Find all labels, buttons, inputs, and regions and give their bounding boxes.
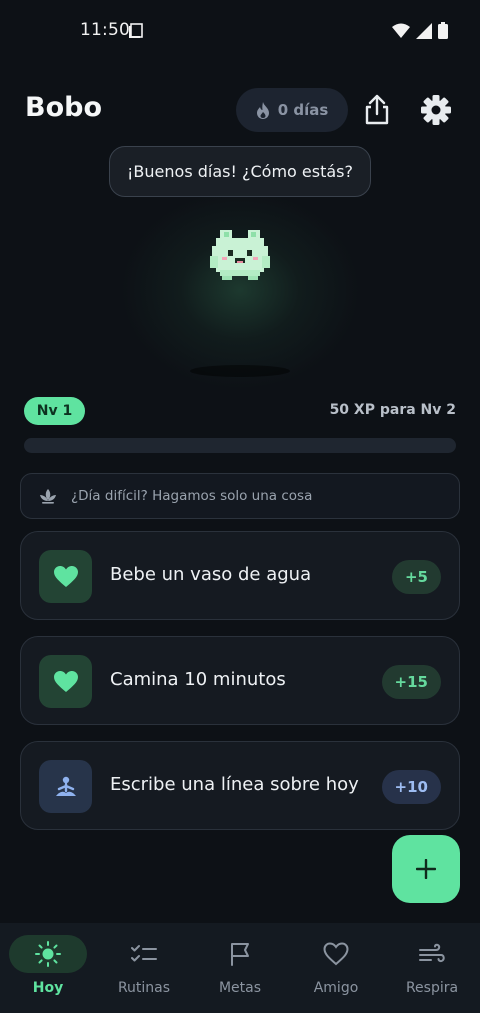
bottom-navigation: Hoy Rutinas Metas Amigo Respira — [0, 923, 480, 1013]
level-badge: Nv 1 — [24, 397, 85, 425]
task-label: Bebe un vaso de agua — [110, 564, 312, 585]
app-header: Bobo 0 días — [0, 86, 480, 134]
nav-item-respira[interactable]: Respira — [384, 923, 480, 1013]
battery-icon — [438, 22, 448, 39]
wind-icon — [419, 943, 445, 963]
pet-shadow — [190, 365, 290, 377]
wifi-icon — [392, 23, 410, 38]
nav-item-amigo[interactable]: Amigo — [288, 923, 384, 1013]
xp-remaining-text: 50 XP para Nv 2 — [329, 402, 456, 418]
plus-icon — [416, 859, 436, 879]
level-row: Nv 1 50 XP para Nv 2 — [24, 397, 456, 425]
nav-item-hoy[interactable]: Hoy — [0, 923, 96, 1013]
pet-area[interactable] — [105, 190, 375, 390]
task-icon-tile — [39, 655, 92, 708]
status-time: 11:50 — [80, 20, 130, 40]
heart-icon — [53, 565, 78, 587]
pet-avatar[interactable] — [210, 228, 270, 280]
nav-label: Amigo — [313, 980, 359, 996]
heart-icon — [53, 670, 78, 692]
status-bar: 11:50 — [0, 0, 480, 62]
task-icon-tile — [39, 760, 92, 813]
hint-text: ¿Día difícil? Hagamos solo una cosa — [71, 488, 313, 504]
nav-label: Hoy — [32, 980, 64, 996]
app-title: Bobo — [25, 92, 103, 123]
flag-icon — [231, 943, 249, 966]
nav-item-metas[interactable]: Metas — [192, 923, 288, 1013]
xp-progress-bar — [24, 438, 456, 453]
streak-pill[interactable]: 0 días — [236, 88, 348, 132]
pet-glow — [120, 190, 360, 390]
lotus-icon — [40, 489, 56, 504]
sun-icon — [35, 941, 61, 967]
gear-icon[interactable] — [420, 94, 452, 126]
nav-label: Metas — [218, 980, 262, 996]
task-xp-badge: +5 — [391, 560, 441, 594]
task-card[interactable]: Camina 10 minutos +15 — [20, 636, 460, 725]
checklist-icon — [131, 945, 157, 962]
signal-icon — [416, 22, 432, 39]
task-icon-tile — [39, 550, 92, 603]
nav-label: Respira — [405, 980, 459, 996]
meditation-icon — [55, 776, 76, 796]
share-icon[interactable] — [362, 94, 392, 126]
task-card[interactable]: Escribe una línea sobre hoy +10 — [20, 741, 460, 830]
task-label: Escribe una línea sobre hoy — [110, 774, 359, 795]
task-xp-badge: +10 — [381, 770, 441, 804]
task-xp-badge: +15 — [381, 665, 441, 699]
hard-day-hint[interactable]: ¿Día difícil? Hagamos solo una cosa — [20, 473, 460, 519]
flame-icon — [256, 101, 269, 119]
add-task-button[interactable] — [392, 835, 460, 903]
streak-label: 0 días — [277, 101, 329, 119]
task-card[interactable]: Bebe un vaso de agua +5 — [20, 531, 460, 620]
screen-icon — [129, 23, 143, 38]
task-label: Camina 10 minutos — [110, 669, 286, 690]
nav-label: Rutinas — [117, 980, 171, 996]
nav-item-rutinas[interactable]: Rutinas — [96, 923, 192, 1013]
heart-outline-icon — [323, 942, 349, 966]
